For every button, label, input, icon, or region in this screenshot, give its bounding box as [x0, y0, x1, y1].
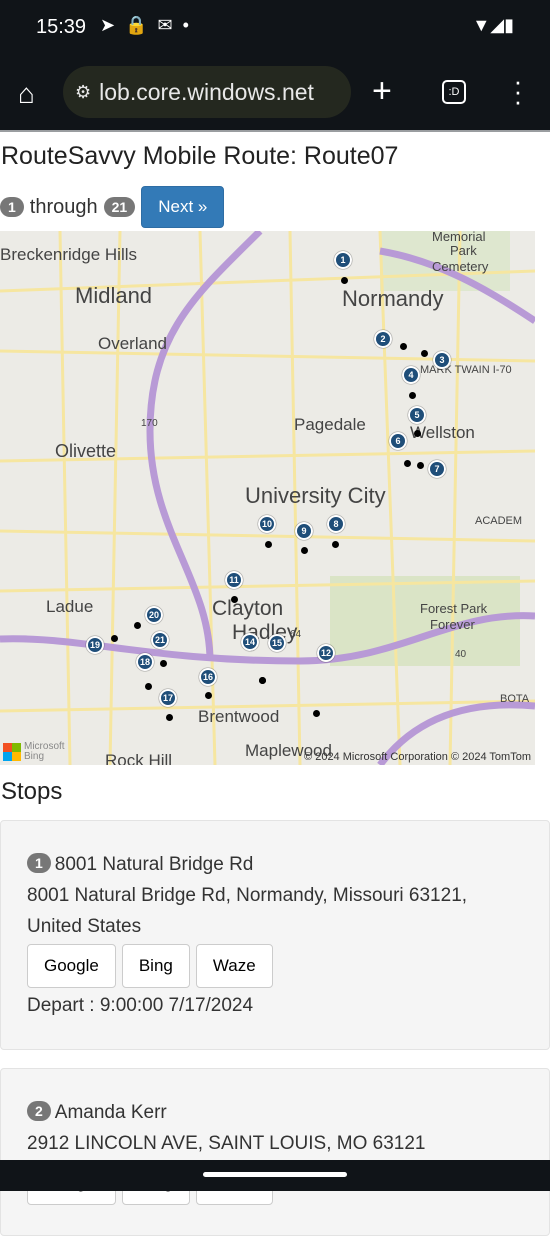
stop-location-dot	[332, 541, 339, 548]
stop-location-dot	[301, 547, 308, 554]
map-label: Park	[450, 243, 477, 258]
stop-number-badge: 2	[27, 1101, 51, 1121]
navigation-buttons: GoogleBingWaze	[27, 944, 523, 988]
stop-location-dot	[409, 392, 416, 399]
stop-marker[interactable]: 10	[258, 515, 276, 533]
map-label: 64	[290, 629, 302, 640]
stop-location-dot	[265, 541, 272, 548]
notification-icons: ➤🔒✉•	[100, 15, 199, 35]
stop-marker[interactable]: 16	[199, 668, 217, 686]
stop-location-dot	[134, 622, 141, 629]
stop-marker[interactable]: 4	[402, 366, 420, 384]
clock: 15:39	[36, 16, 87, 38]
new-tab-icon[interactable]: +	[372, 72, 392, 111]
stop-location-dot	[205, 692, 212, 699]
stop-header: 1 8001 Natural Bridge Rd	[27, 849, 523, 880]
map-label: Overland	[98, 334, 167, 353]
map-label: Olivette	[55, 441, 117, 461]
stop-marker[interactable]: 5	[408, 406, 426, 424]
stop-location-dot	[231, 596, 238, 603]
map-label: 40	[455, 649, 467, 660]
map-label: University City	[245, 483, 386, 508]
depart-time: Depart : 9:00:00 7/17/2024	[27, 995, 254, 1016]
stop-card: 1 8001 Natural Bridge Rd 8001 Natural Brid…	[0, 820, 550, 1050]
stop-marker[interactable]: 2	[374, 330, 392, 348]
stop-number-badge: 1	[27, 853, 51, 873]
stop-header: 2 Amanda Kerr	[27, 1097, 523, 1128]
home-gesture-handle[interactable]	[203, 1172, 347, 1177]
stop-marker[interactable]: 7	[428, 460, 446, 478]
more-menu-icon[interactable]: · · ·	[508, 68, 528, 114]
stops-heading: Stops	[1, 778, 63, 805]
route-map[interactable]: Breckenridge Hills Midland Overland Normand…	[0, 231, 535, 765]
stop-marker[interactable]: 21	[151, 631, 169, 649]
divider	[0, 130, 550, 132]
stop-marker[interactable]: 12	[317, 644, 335, 662]
tab-switcher-icon[interactable]: :D	[442, 80, 466, 104]
map-label: Pagedale	[294, 415, 366, 434]
map-attribution: © 2024 Microsoft Corporation © 2024 TomT…	[304, 751, 531, 763]
map-label: Normandy	[342, 286, 444, 311]
map-label: Midland	[75, 283, 153, 308]
waze-directions-button[interactable]: Waze	[195, 944, 273, 988]
map-label: MARK TWAIN I-70	[420, 364, 512, 376]
stop-location-dot	[166, 714, 173, 721]
page-title: RouteSavvy Mobile Route: Route07	[1, 142, 399, 170]
stop-location-dot	[259, 677, 266, 684]
pager-through-label: through	[29, 195, 98, 218]
google-directions-button[interactable]: Google	[27, 944, 116, 988]
gesture-nav-bar	[0, 1160, 550, 1191]
map-label: Brentwood	[198, 707, 280, 726]
stop-name: Amanda Kerr	[54, 1102, 167, 1123]
address-bar[interactable]: ⚙ lob.core.windows.net	[63, 66, 351, 118]
stop-marker[interactable]: 6	[389, 432, 407, 450]
next-button[interactable]: Next »	[141, 186, 225, 228]
stop-name: 8001 Natural Bridge Rd	[54, 854, 254, 875]
stop-location-dot	[400, 343, 407, 350]
stop-location-dot	[145, 683, 152, 690]
system-status-bar: 15:39 ➤🔒✉• ▼◢▮ ⌂ ⚙ lob.core.windows.net …	[0, 0, 550, 130]
map-label: BOTA	[500, 693, 530, 705]
stop-marker[interactable]: 3	[433, 351, 451, 369]
stop-marker[interactable]: 11	[225, 571, 243, 589]
site-settings-icon[interactable]: ⚙	[75, 82, 91, 103]
stop-marker[interactable]: 20	[145, 606, 163, 624]
bing-logo: Microsoft Bing	[3, 742, 65, 762]
stop-location-dot	[111, 635, 118, 642]
stop-marker[interactable]: 19	[86, 636, 104, 654]
url-text: lob.core.windows.net	[99, 78, 314, 105]
map-label: Cemetery	[432, 259, 489, 274]
map-label: Breckenridge Hills	[0, 245, 137, 264]
stop-marker[interactable]: 8	[327, 515, 345, 533]
stop-marker[interactable]: 17	[159, 689, 177, 707]
stop-location-dot	[313, 710, 320, 717]
pager: 1 through 21 Next »	[0, 186, 225, 228]
stop-location-dot	[160, 660, 167, 667]
pager-to-badge: 21	[103, 197, 136, 217]
map-label: 170	[141, 418, 158, 429]
pager-from-badge: 1	[0, 197, 24, 217]
stop-marker[interactable]: 1	[334, 251, 352, 269]
stop-address: 8001 Natural Bridge Rd, Normandy, Missou…	[27, 885, 468, 937]
stop-card: 2 Amanda Kerr 2912 LINCOLN AVE, SAINT LOUI…	[0, 1068, 550, 1236]
stop-marker[interactable]: 15	[268, 634, 286, 652]
stop-address: 2912 LINCOLN AVE, SAINT LOUIS, MO 63121	[27, 1133, 426, 1154]
stop-location-dot	[404, 460, 411, 467]
map-label: Rock Hill	[105, 751, 173, 765]
stop-location-dot	[414, 430, 421, 437]
stop-location-dot	[417, 462, 424, 469]
stop-location-dot	[341, 277, 348, 284]
home-icon[interactable]: ⌂	[18, 78, 35, 110]
map-label: Forest Park	[420, 601, 488, 616]
map-label: Ladue	[46, 597, 94, 616]
wifi-signal-battery-icons: ▼◢▮	[472, 15, 514, 35]
map-label: Forever	[430, 617, 475, 632]
stop-marker[interactable]: 14	[241, 633, 259, 651]
map-label: Clayton	[212, 597, 284, 620]
map-label: ACADEM	[475, 515, 523, 527]
stop-marker[interactable]: 9	[295, 522, 313, 540]
bing-directions-button[interactable]: Bing	[121, 944, 190, 988]
stop-marker[interactable]: 18	[136, 653, 154, 671]
stop-location-dot	[421, 350, 428, 357]
